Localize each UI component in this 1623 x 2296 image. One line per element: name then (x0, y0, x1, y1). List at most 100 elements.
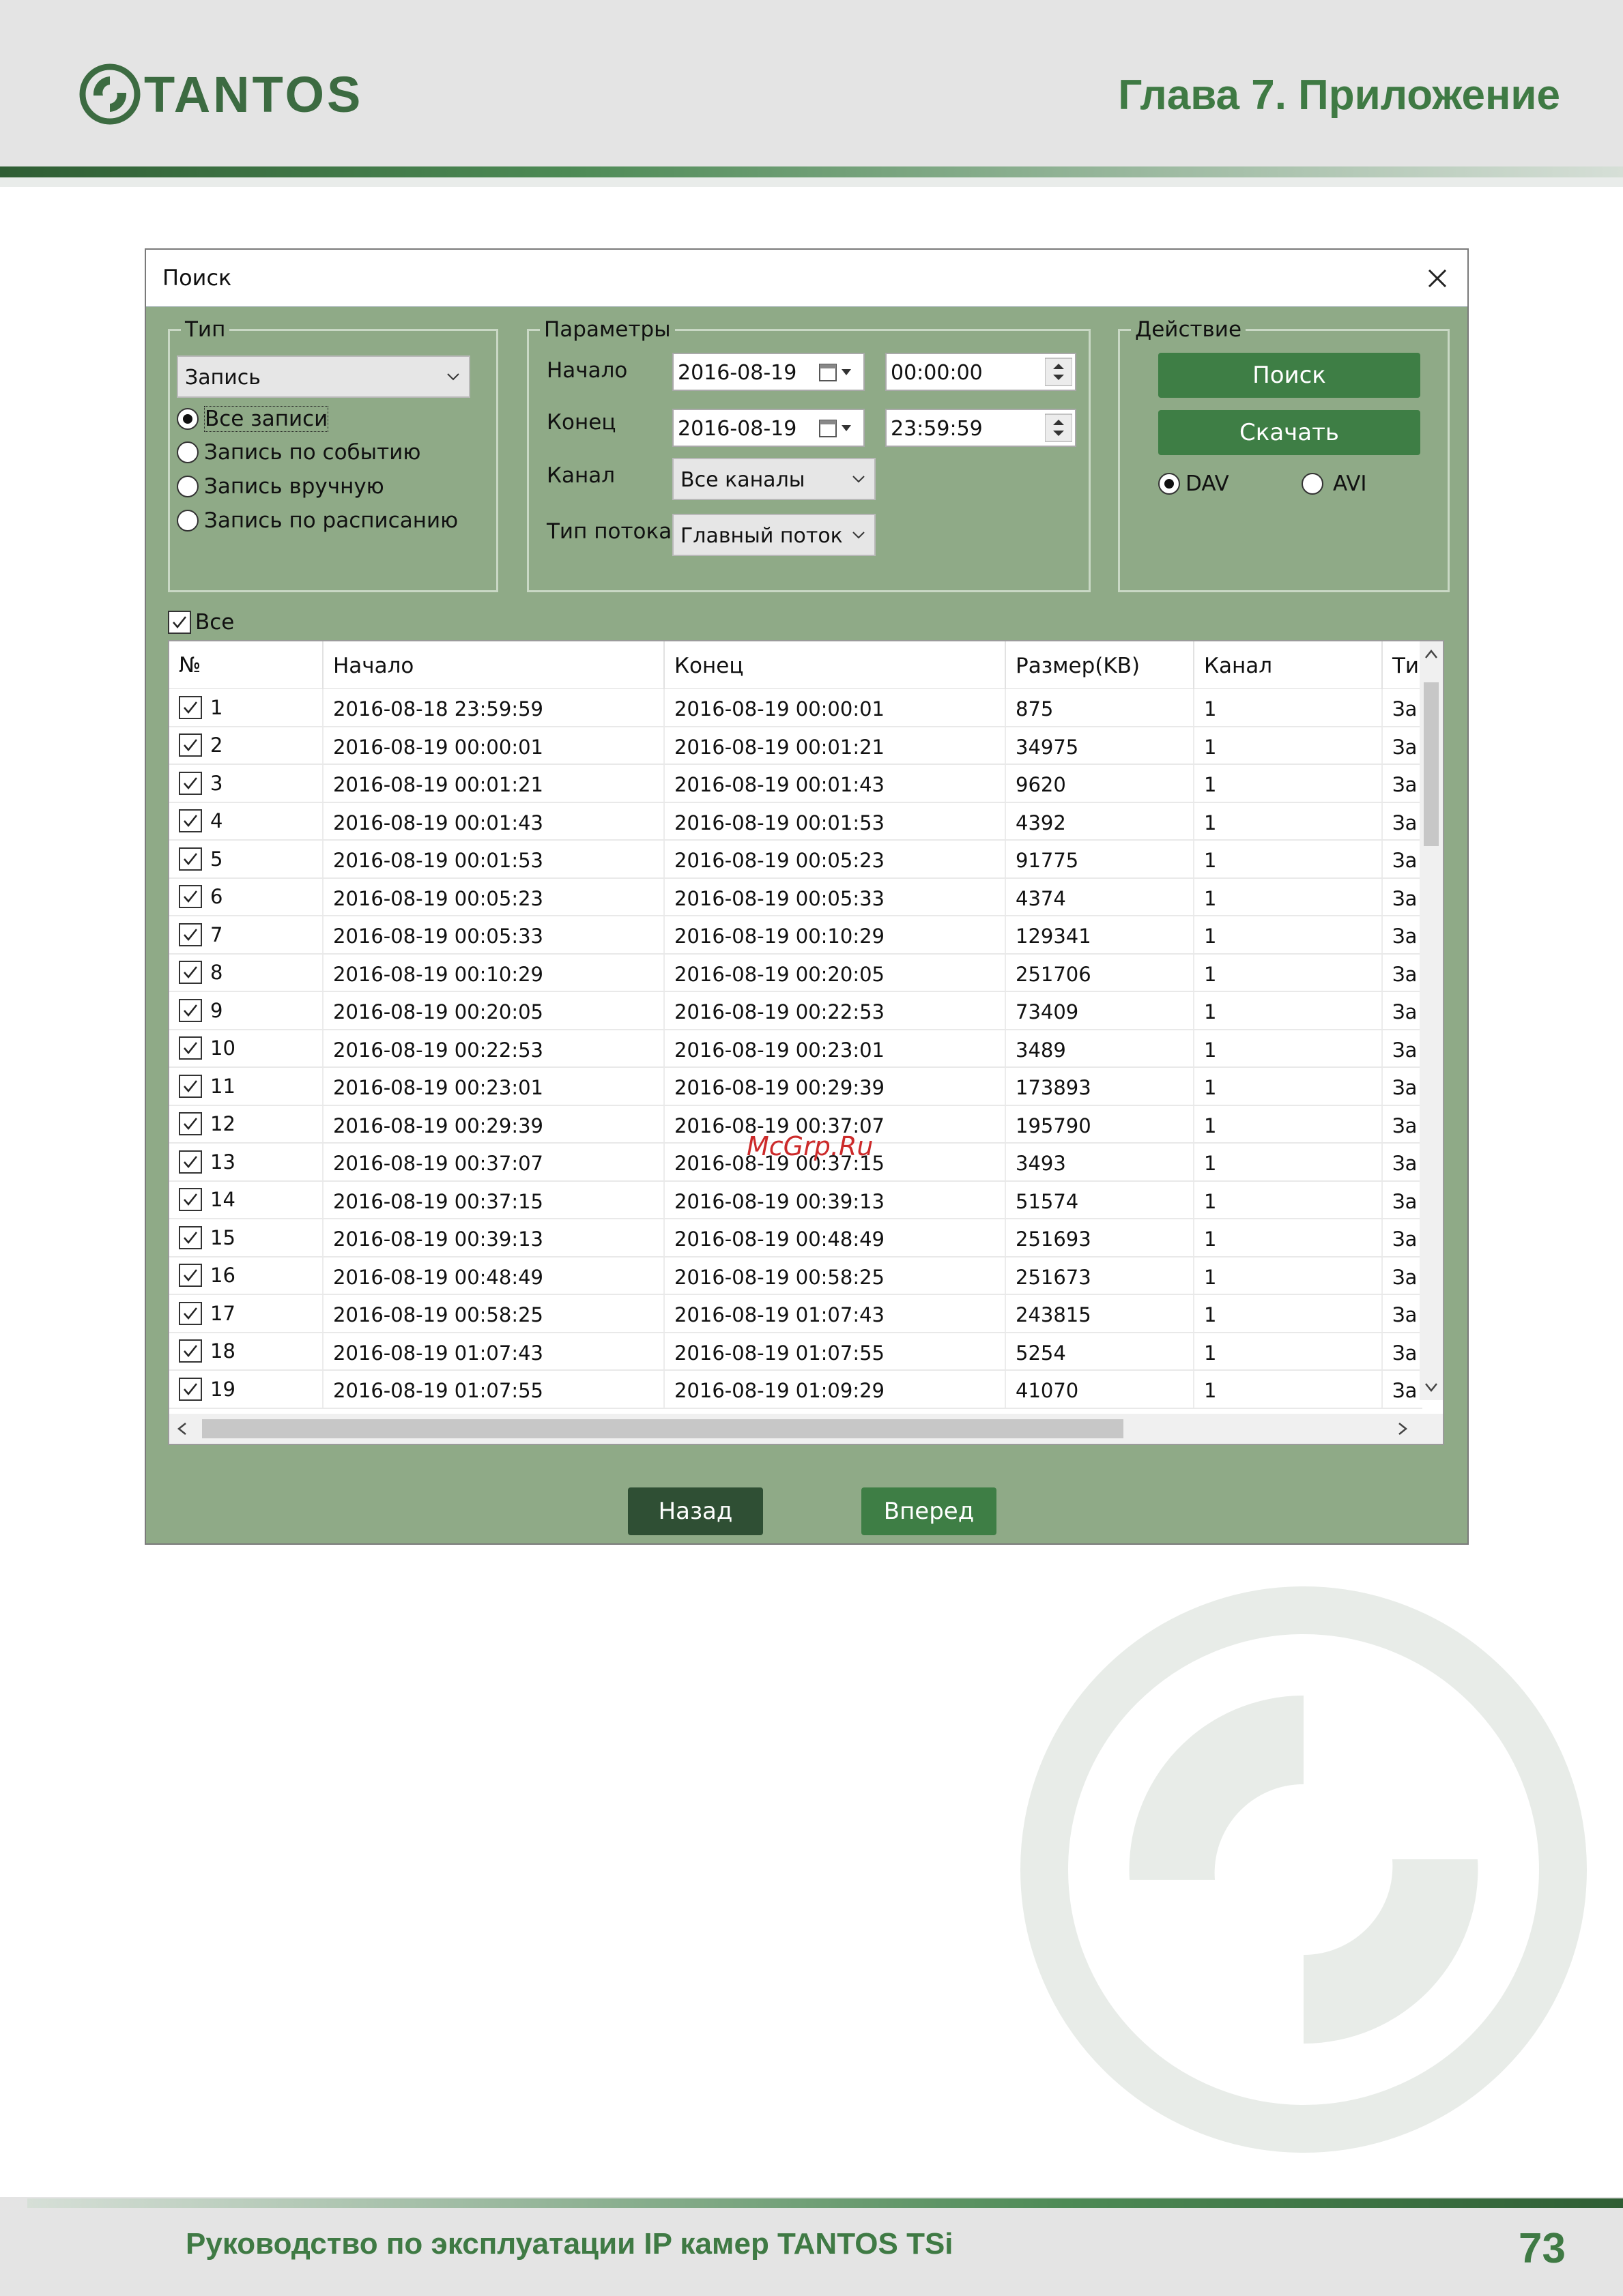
back-button[interactable]: Назад (628, 1487, 763, 1535)
table-row[interactable]: 19 2016-08-19 01:07:55 2016-08-19 01:09:29… (169, 1371, 1422, 1409)
channel-cell: 1 (1194, 1371, 1383, 1408)
row-checkbox[interactable] (179, 695, 202, 719)
start-date-picker[interactable]: 2016-08-19 (672, 353, 865, 391)
table-row[interactable]: 18 2016-08-19 01:07:43 2016-08-19 01:07:55… (169, 1333, 1422, 1371)
table-row[interactable]: 2 2016-08-19 00:00:01 2016-08-19 00:01:21 3… (169, 727, 1422, 765)
radio-event-records[interactable]: Запись по событию (177, 440, 420, 465)
radio-schedule-records[interactable]: Запись по расписанию (177, 508, 458, 533)
row-checkbox[interactable] (179, 1301, 202, 1325)
row-checkbox[interactable] (179, 1112, 202, 1136)
row-checkbox[interactable] (179, 1036, 202, 1060)
scroll-right-icon[interactable] (1388, 1414, 1416, 1444)
table-row[interactable]: 8 2016-08-19 00:10:29 2016-08-19 00:20:05 2… (169, 954, 1422, 992)
radio-label: Запись по расписанию (204, 508, 459, 533)
row-checkbox[interactable] (179, 771, 202, 795)
column-header-number[interactable]: № (169, 641, 324, 689)
end-date-picker[interactable]: 2016-08-19 (672, 409, 865, 447)
row-checkbox[interactable] (179, 1225, 202, 1249)
scroll-down-icon[interactable] (1420, 1373, 1443, 1400)
table-row[interactable]: 15 2016-08-19 00:39:13 2016-08-19 00:48:49… (169, 1219, 1422, 1258)
row-checkbox[interactable] (179, 961, 202, 985)
channel-cell: 1 (1194, 1030, 1383, 1066)
row-number-cell: 2 (169, 727, 324, 764)
column-header-size[interactable]: Размер(KB) (1006, 641, 1194, 689)
start-time-spinner[interactable]: 00:00:00 (885, 353, 1076, 391)
download-button[interactable]: Скачать (1158, 410, 1420, 455)
table-row[interactable]: 6 2016-08-19 00:05:23 2016-08-19 00:05:33 4… (169, 878, 1422, 916)
start-cell: 2016-08-19 00:23:01 (324, 1068, 665, 1105)
row-checkbox[interactable] (179, 847, 202, 871)
row-checkbox[interactable] (179, 998, 202, 1022)
record-type-value: Запись (185, 366, 261, 390)
table-row[interactable]: 10 2016-08-19 00:22:53 2016-08-19 00:23:01… (169, 1030, 1422, 1068)
close-icon[interactable] (1420, 261, 1455, 296)
checkbox-box (168, 611, 191, 634)
channel-select[interactable]: Все каналы (672, 458, 876, 500)
checkmark-icon (184, 701, 197, 714)
forward-button[interactable]: Вперед (861, 1487, 996, 1535)
search-button[interactable]: Поиск (1158, 353, 1420, 398)
table-row[interactable]: 16 2016-08-19 00:48:49 2016-08-19 00:58:25… (169, 1257, 1422, 1295)
end-cell: 2016-08-19 00:48:49 (665, 1219, 1006, 1256)
column-header-start[interactable]: Начало (324, 641, 665, 689)
table-row[interactable]: 4 2016-08-19 00:01:43 2016-08-19 00:01:53 4… (169, 802, 1422, 841)
end-time-spinner[interactable]: 23:59:59 (885, 409, 1076, 447)
type-cell: За (1392, 1189, 1418, 1213)
table-row[interactable]: 7 2016-08-19 00:05:33 2016-08-19 00:10:29 1… (169, 916, 1422, 955)
table-row[interactable]: 14 2016-08-19 00:37:15 2016-08-19 00:39:13… (169, 1181, 1422, 1219)
scroll-up-icon[interactable] (1420, 641, 1443, 669)
radio-all-records[interactable]: Все записи (177, 406, 329, 432)
column-header-channel[interactable]: Канал (1194, 641, 1383, 689)
row-checkbox[interactable] (179, 1150, 202, 1174)
radio-format-dav[interactable]: DAV (1158, 471, 1229, 496)
vertical-scroll-thumb[interactable] (1424, 682, 1439, 846)
start-cell: 2016-08-19 00:05:33 (324, 916, 665, 953)
select-all-checkbox[interactable]: Все (168, 610, 234, 635)
table-row[interactable]: 17 2016-08-19 00:58:25 2016-08-19 01:07:43… (169, 1295, 1422, 1333)
radio-manual-records[interactable]: Запись вручную (177, 474, 384, 499)
record-type-select[interactable]: Запись (177, 355, 470, 398)
site-watermark: McGrp.Ru (747, 1131, 874, 1161)
size-cell: 73409 (1006, 992, 1194, 1029)
header-stripe (0, 166, 1623, 177)
scroll-left-icon[interactable] (169, 1414, 197, 1444)
params-group-label: Параметры (540, 317, 675, 342)
row-number-cell: 6 (169, 878, 324, 915)
start-cell: 2016-08-19 00:58:25 (324, 1295, 665, 1332)
horizontal-scrollbar[interactable] (169, 1414, 1443, 1444)
row-checkbox[interactable] (179, 922, 202, 946)
row-checkbox[interactable] (179, 1264, 202, 1288)
row-checkbox[interactable] (179, 1188, 202, 1212)
table-row[interactable]: 3 2016-08-19 00:01:21 2016-08-19 00:01:43 9… (169, 765, 1422, 803)
channel-cell: 1 (1194, 1257, 1383, 1294)
row-checkbox[interactable] (179, 809, 202, 833)
vertical-scrollbar[interactable] (1420, 641, 1443, 1400)
row-checkbox[interactable] (179, 733, 202, 757)
column-header-type[interactable]: Ти (1383, 641, 1422, 689)
row-checkbox[interactable] (179, 1074, 202, 1098)
start-cell: 2016-08-19 00:10:29 (324, 954, 665, 991)
row-checkbox[interactable] (179, 1339, 202, 1363)
row-number-cell: 11 (169, 1068, 324, 1105)
radio-format-avi[interactable]: AVI (1302, 471, 1367, 496)
table-row[interactable]: 1 2016-08-18 23:59:59 2016-08-19 00:00:01 8… (169, 689, 1422, 727)
checkmark-icon (173, 616, 186, 628)
end-cell: 2016-08-19 00:22:53 (665, 992, 1006, 1029)
size-cell: 3493 (1006, 1144, 1194, 1180)
row-checkbox[interactable] (179, 1377, 202, 1401)
table-row[interactable]: 11 2016-08-19 00:23:01 2016-08-19 00:29:39… (169, 1068, 1422, 1106)
channel-cell: 1 (1194, 1219, 1383, 1256)
stream-type-select[interactable]: Главный поток (672, 514, 876, 556)
horizontal-scroll-thumb[interactable] (202, 1419, 1123, 1438)
type-cell: За (1392, 1341, 1418, 1365)
checkmark-icon (184, 1382, 197, 1395)
row-number: 9 (210, 998, 223, 1022)
table-row[interactable]: 9 2016-08-19 00:20:05 2016-08-19 00:22:53 7… (169, 992, 1422, 1030)
type-cell: За (1392, 849, 1418, 872)
column-header-end[interactable]: Конец (665, 641, 1006, 689)
row-number: 14 (210, 1188, 235, 1212)
row-checkbox[interactable] (179, 885, 202, 909)
table-row[interactable]: 5 2016-08-19 00:01:53 2016-08-19 00:05:23 9… (169, 841, 1422, 879)
channel-cell: 1 (1194, 841, 1383, 877)
checkmark-icon (184, 1042, 197, 1055)
